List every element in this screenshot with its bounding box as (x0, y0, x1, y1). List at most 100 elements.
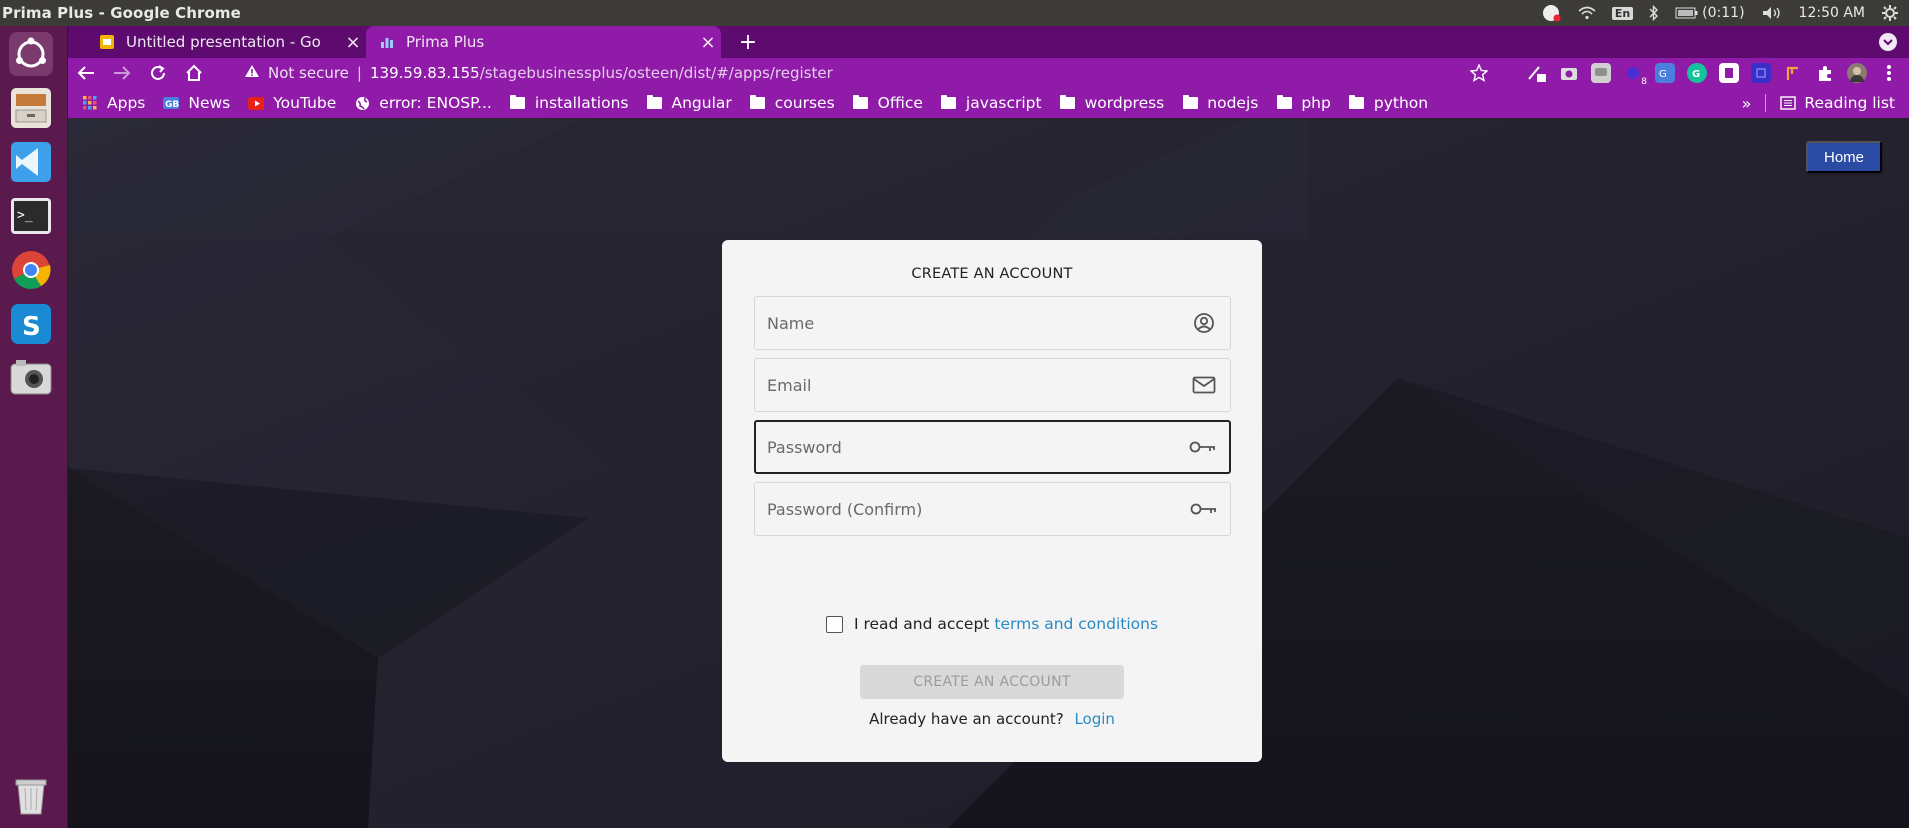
forward-button[interactable] (104, 58, 140, 88)
home-button[interactable]: Home (1806, 141, 1882, 173)
email-input[interactable] (755, 359, 1184, 411)
grammarly-extension-icon[interactable]: G (1687, 63, 1707, 83)
bookmark-installations[interactable]: installations (510, 94, 629, 112)
square-extension-icon[interactable] (1751, 63, 1771, 83)
chart-favicon-icon (378, 33, 396, 51)
login-link[interactable]: Login (1074, 710, 1114, 728)
password-field[interactable] (754, 420, 1231, 474)
tab-untitled-presentation[interactable]: Untitled presentation - Go × (86, 26, 366, 58)
bookmark-office[interactable]: Office (853, 94, 923, 112)
bookmark-star-icon[interactable] (1469, 63, 1489, 83)
svg-text:S: S (22, 312, 41, 342)
terms-row: I read and accept terms and conditions (722, 615, 1262, 633)
url-path[interactable]: /stagebusinessplus/osteen/dist/#/apps/re… (480, 64, 833, 82)
bookmark-label: php (1301, 94, 1331, 112)
register-card: CREATE AN ACCOUNT Name Email I read and … (722, 240, 1262, 762)
system-tray: En (0:11) 12:50 AM (1542, 4, 1909, 22)
extension-badge-count: 8 (1641, 77, 1647, 87)
ubuntu-launcher: >_ S (0, 26, 68, 828)
folder-icon (853, 95, 869, 110)
bookmark-label: javascript (965, 94, 1042, 112)
chrome-app-button[interactable] (3, 246, 59, 294)
battery-indicator[interactable]: (0:11) (1675, 5, 1745, 21)
terms-link[interactable]: terms and conditions (994, 615, 1158, 633)
user-circle-icon (1184, 312, 1224, 334)
bookmark-label: installations (534, 94, 629, 112)
pen-extension-icon[interactable] (1527, 63, 1547, 83)
bookmark-php[interactable]: php (1276, 94, 1331, 112)
url-host[interactable]: 139.59.83.155 (370, 64, 480, 82)
name-field[interactable] (754, 296, 1231, 350)
document-extension-icon[interactable] (1719, 63, 1739, 83)
bookmark-angular[interactable]: Angular (647, 94, 732, 112)
trash-button[interactable] (3, 772, 59, 820)
clock[interactable]: 12:50 AM (1799, 5, 1865, 21)
translate-extension-icon[interactable]: G (1655, 63, 1675, 83)
close-tab-icon[interactable]: × (340, 32, 366, 53)
bookmark-javascript[interactable]: javascript (941, 94, 1042, 112)
password-confirm-input[interactable] (755, 483, 1184, 535)
home-browser-button[interactable] (176, 58, 212, 88)
folder-icon (1349, 95, 1365, 110)
security-label[interactable]: Not secure (268, 64, 349, 82)
folder-icon (1182, 95, 1198, 110)
browser-toolbar: Not secure | 139.59.83.155/stagebusiness… (68, 58, 1909, 88)
chat-extension-icon[interactable] (1591, 63, 1611, 83)
bookmark-error-enosp[interactable]: error: ENOSP... (354, 94, 492, 112)
terms-checkbox[interactable] (825, 615, 843, 633)
reading-list-button[interactable]: Reading list (1780, 94, 1895, 112)
bookmark-apps[interactable]: Apps (82, 94, 145, 112)
keyboard-language-indicator[interactable]: En (1611, 6, 1634, 20)
ubuntu-dash-button[interactable] (3, 30, 59, 78)
chrome-menu-icon[interactable] (1879, 63, 1899, 83)
skype-icon: S (11, 304, 51, 344)
create-account-button[interactable]: CREATE AN ACCOUNT (860, 665, 1124, 699)
password-input[interactable] (756, 422, 1183, 472)
notification-icon[interactable] (1542, 4, 1562, 22)
bookmark-news[interactable]: GB News (163, 94, 230, 112)
password-confirm-field[interactable] (754, 482, 1231, 536)
back-button[interactable] (68, 58, 104, 88)
bookmark-nodejs[interactable]: nodejs (1182, 94, 1258, 112)
warning-triangle-icon[interactable] (244, 64, 260, 82)
flag-extension-icon[interactable] (1783, 63, 1803, 83)
reload-button[interactable] (140, 58, 176, 88)
terms-text: I read and accept (853, 615, 990, 633)
bookmark-wordpress[interactable]: wordpress (1060, 94, 1164, 112)
reading-list-icon (1780, 96, 1797, 110)
tab-title: Prima Plus (406, 33, 485, 51)
svg-text:G: G (1692, 69, 1700, 79)
skype-app-button[interactable]: S (3, 300, 59, 348)
camera-app-button[interactable] (3, 354, 59, 402)
files-app-button[interactable] (3, 84, 59, 132)
wifi-icon[interactable] (1578, 6, 1596, 20)
tab-prima-plus[interactable]: Prima Plus × (366, 26, 721, 58)
window-title: Prima Plus - Google Chrome (2, 4, 241, 22)
key-icon (1184, 502, 1224, 516)
more-bookmarks-button[interactable]: » (1742, 94, 1752, 113)
tab-search-icon[interactable] (1879, 33, 1897, 51)
form-heading: CREATE AN ACCOUNT (911, 266, 1073, 282)
name-input[interactable] (755, 297, 1184, 349)
bookmarks-divider (1765, 94, 1767, 112)
address-bar[interactable]: Not secure | 139.59.83.155/stagebusiness… (238, 58, 1438, 88)
folder-icon (750, 95, 766, 110)
new-tab-button[interactable]: + (736, 26, 760, 58)
omnibox-separator: | (356, 64, 362, 82)
bookmark-python[interactable]: python (1349, 94, 1428, 112)
bookmark-youtube[interactable]: YouTube (248, 94, 336, 112)
bookmark-courses[interactable]: courses (750, 94, 835, 112)
volume-icon[interactable] (1761, 5, 1783, 21)
bookmark-label: News (188, 94, 231, 112)
terminal-app-button[interactable]: >_ (3, 192, 59, 240)
screenshot-extension-icon[interactable] (1559, 63, 1579, 83)
vscode-app-button[interactable] (3, 138, 59, 186)
badge-extension-icon[interactable]: 8 (1623, 63, 1647, 87)
email-field[interactable] (754, 358, 1231, 412)
close-tab-icon[interactable]: × (695, 32, 721, 53)
settings-gear-icon[interactable] (1881, 4, 1899, 22)
profile-avatar[interactable] (1847, 63, 1867, 83)
extensions-puzzle-icon[interactable] (1815, 63, 1835, 83)
page-viewport: Home CREATE AN ACCOUNT Name Email I read… (68, 118, 1909, 828)
bluetooth-icon[interactable] (1649, 5, 1659, 21)
